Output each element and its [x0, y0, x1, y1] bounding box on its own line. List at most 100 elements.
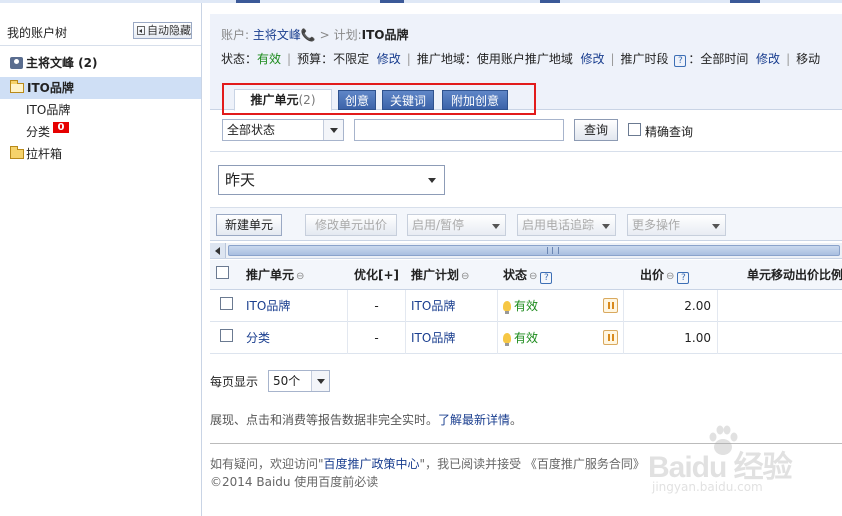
annotation-highlight-box	[222, 83, 536, 115]
chevron-down-icon	[323, 120, 343, 140]
edit-budget-link[interactable]: 修改	[377, 52, 401, 66]
policy-center-link[interactable]: 百度推广政策中心	[324, 457, 420, 471]
pause-icon[interactable]	[603, 298, 618, 313]
unit-cell: 分类	[240, 322, 348, 354]
chevron-down-icon	[311, 371, 329, 391]
plan-cell: ITO品牌	[406, 322, 498, 354]
date-range-value: 昨天	[225, 171, 256, 189]
col-unit-label: 推广单元	[246, 268, 295, 282]
pause-icon[interactable]	[603, 330, 618, 345]
collapse-icon	[137, 26, 145, 35]
status-text: 有效	[514, 331, 539, 345]
select-all-checkbox[interactable]	[216, 266, 229, 279]
lightbulb-icon	[503, 333, 511, 346]
col-mobile-ratio[interactable]: 单元移动出价比例	[747, 260, 842, 290]
per-page-select[interactable]: 50个	[268, 370, 330, 392]
footer-text-post: "，我已阅读并接受 《百度推广服务合同》	[419, 457, 645, 471]
tree-item-plan[interactable]: 拉杆箱	[0, 143, 201, 165]
sidebar-title: 我的账户树	[7, 26, 68, 40]
col-status-label: 状态	[503, 268, 528, 282]
footer-notice: 如有疑问，欢迎访问"百度推广政策中心"，我已阅读并接受 《百度推广服务合同》	[210, 455, 645, 472]
data-delay-note: 展现、点击和消费等报告数据非完全实时。了解最新详情。	[210, 411, 522, 428]
more-actions-dropdown[interactable]: 更多操作	[627, 214, 726, 236]
table-row: ITO品牌 - ITO品牌 有效 2.00	[210, 290, 842, 322]
col-bid-label: 出价	[640, 268, 665, 282]
horizontal-scrollbar[interactable]	[210, 243, 842, 259]
watermark-url: jingyan.baidu.com	[652, 480, 763, 494]
account-tree-sidebar: 我的账户树 自动隐藏 主将文峰 (2) ITO品牌 ITO品牌 分类 0 拉杆箱	[0, 3, 202, 516]
help-icon[interactable]: ?	[677, 272, 690, 284]
tree-plan-label: 拉杆箱	[26, 147, 63, 161]
crumb-account-link[interactable]: 主将文峰	[253, 28, 301, 42]
unit-name-link[interactable]: 分类	[246, 331, 270, 345]
latest-details-link[interactable]: 了解最新详情	[438, 413, 510, 427]
query-button[interactable]: 查询	[574, 119, 618, 141]
help-icon[interactable]: ?	[540, 272, 553, 284]
tree-item-unit[interactable]: ITO品牌	[0, 99, 201, 121]
status-text: 有效	[514, 299, 539, 313]
footer-text-pre: 如有疑问，欢迎访问"	[210, 457, 324, 471]
auto-hide-label: 自动隐藏	[147, 24, 191, 37]
phone-icon: 📞	[300, 28, 316, 42]
search-input[interactable]	[354, 119, 564, 141]
edit-schedule-link[interactable]: 修改	[756, 52, 780, 66]
date-range-select[interactable]: 昨天	[218, 165, 445, 195]
col-plan-label: 推广计划	[411, 268, 460, 282]
tree-unit-label: 分类	[26, 125, 51, 139]
unit-name-link[interactable]: ITO品牌	[246, 299, 290, 313]
crumb-separator: >	[319, 28, 330, 42]
watermark: Baidu 经验 jingyan.baidu.com	[644, 424, 842, 494]
count-badge: 0	[53, 122, 69, 133]
row-checkbox[interactable]	[220, 297, 233, 310]
tree-item-account[interactable]: 主将文峰 (2)	[0, 52, 201, 74]
phone-tracking-dropdown[interactable]: 启用电话追踪	[517, 214, 616, 236]
col-status[interactable]: 状态 ⊖?	[503, 260, 553, 290]
sort-icon: ⊖	[461, 271, 470, 282]
status-cell: 有效	[498, 290, 624, 322]
edit-unit-bid-button[interactable]: 修改单元出价	[305, 214, 397, 236]
breadcrumb: 账户: 主将文峰📞 > 计划:ITO品牌	[221, 26, 408, 43]
sort-icon: ⊖	[666, 271, 675, 282]
new-unit-button[interactable]: 新建单元	[216, 214, 282, 236]
auto-hide-button[interactable]: 自动隐藏	[133, 22, 192, 39]
tree-account-label: 主将文峰 (2)	[26, 56, 98, 70]
plan-status-line: 状态：有效 | 预算：不限定 修改 | 推广地域：使用账户推广地域 修改 | 推广时段 ?：…	[221, 52, 821, 67]
plan-name-link[interactable]: ITO品牌	[411, 331, 455, 345]
tree-item-plan[interactable]: ITO品牌	[0, 77, 201, 99]
col-bid[interactable]: 出价 ⊖?	[640, 260, 690, 290]
table-row: 分类 - ITO品牌 有效 1.00	[210, 322, 842, 354]
exact-query-checkbox[interactable]	[628, 123, 641, 136]
plan-header: 账户: 主将文峰📞 > 计划:ITO品牌 状态：有效 | 预算：不限定 修改 | 推广地…	[210, 14, 842, 115]
plan-name-link[interactable]: ITO品牌	[411, 299, 455, 313]
col-plan[interactable]: 推广计划 ⊖	[411, 260, 469, 290]
tree-unit-label: ITO品牌	[26, 103, 71, 117]
note-text: 展现、点击和消费等报告数据非完全实时。	[210, 413, 439, 427]
scrollbar-thumb[interactable]	[228, 245, 840, 256]
sort-icon: ⊖	[296, 271, 305, 282]
bid-cell[interactable]: 1.00	[624, 322, 718, 354]
mobile-label: 移动	[796, 52, 821, 66]
per-page-label: 每页显示	[210, 375, 259, 389]
chevron-down-icon	[420, 166, 444, 194]
sidebar-header: 我的账户树 自动隐藏	[0, 3, 201, 46]
mobile-ratio-cell	[718, 322, 842, 354]
row-checkbox[interactable]	[220, 329, 233, 342]
region-value: 使用账户推广地域	[476, 52, 573, 66]
edit-region-link[interactable]: 修改	[580, 52, 604, 66]
tree-plan-label: ITO品牌	[27, 81, 74, 95]
col-optimize[interactable]: 优化[+]	[354, 260, 399, 290]
status-filter-select[interactable]: 全部状态	[222, 119, 344, 141]
tree-item-unit[interactable]: 分类 0	[0, 121, 201, 143]
copyright: ©2014 Baidu 使用百度前必读	[210, 475, 379, 489]
col-unit[interactable]: 推广单元 ⊖	[246, 260, 304, 290]
enable-pause-dropdown[interactable]: 启用/暂停	[407, 214, 506, 236]
optimize-cell: -	[348, 322, 406, 354]
mobile-ratio-cell	[718, 290, 842, 322]
bid-cell[interactable]: 2.00	[624, 290, 718, 322]
region-label: 推广地域：	[416, 52, 477, 66]
scroll-left-icon[interactable]	[210, 243, 226, 258]
help-icon[interactable]: ?	[674, 55, 687, 67]
table-toolbar: 新建单元 修改单元出价 启用/暂停 启用电话追踪 更多操作	[210, 207, 842, 241]
budget-label: 预算：	[297, 52, 334, 66]
plan-cell: ITO品牌	[406, 290, 498, 322]
